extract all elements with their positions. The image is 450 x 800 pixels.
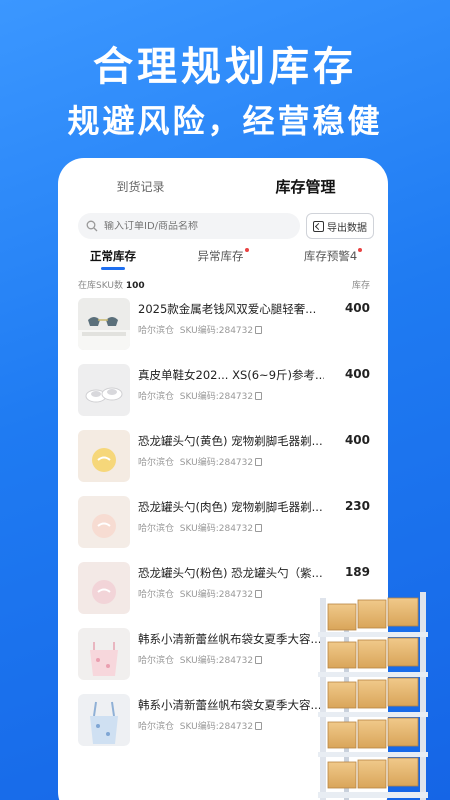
tab-normal-stock[interactable]: 正常库存 (58, 248, 168, 270)
search-icon (86, 220, 98, 232)
product-thumbnail (78, 364, 130, 416)
product-meta: 哈尔滨仓 SKU编码:284732 (138, 521, 370, 534)
product-name: 恐龙罐头勺(肉色) 宠物剃脚毛器剃... (138, 500, 323, 514)
export-label: 导出数据 (327, 222, 367, 234)
stock-qty: 230 (344, 499, 370, 513)
list-item[interactable]: 2025款金属老钱风双爱心腿轻奢... 哈尔滨仓 SKU编码:284732 40… (78, 298, 370, 364)
export-icon (313, 220, 324, 232)
product-name: 真皮单鞋女202... XS(6~9斤)参考... (138, 368, 324, 382)
copy-icon[interactable] (255, 590, 263, 598)
product-thumbnail (78, 298, 130, 350)
product-thumbnail (78, 496, 130, 548)
copy-icon[interactable] (255, 524, 263, 532)
product-thumbnail (78, 694, 130, 746)
copy-icon[interactable] (255, 326, 263, 334)
product-thumbnail (78, 628, 130, 680)
tab-stock-warning[interactable]: 库存预警4 (278, 248, 388, 264)
product-name: 恐龙罐头勺(黄色) 宠物剃脚毛器剃... (138, 434, 323, 448)
export-data-button[interactable]: 导出数据 (306, 213, 374, 239)
sku-count: 在库SKU数 100 (78, 281, 145, 291)
stock-header: 库存 (351, 281, 370, 291)
stock-qty: 400 (344, 433, 370, 447)
product-name: 韩系小清新蕾丝帆布袋女夏季大容... (138, 632, 322, 646)
product-meta: 哈尔滨仓 SKU编码:284732 (138, 455, 370, 468)
stock-qty: 400 (344, 367, 370, 381)
stock-qty: 189 (344, 565, 370, 579)
warehouse-shelf-illustration (318, 592, 428, 800)
product-meta: 哈尔滨仓 SKU编码:284732 (138, 389, 370, 402)
search-input[interactable] (104, 220, 274, 232)
hero-title: 合理规划库存 (93, 44, 357, 90)
product-thumbnail (78, 562, 130, 614)
tab-arrival-records[interactable]: 到货记录 (58, 174, 223, 195)
tab-inventory-management[interactable]: 库存管理 (223, 172, 388, 197)
product-thumbnail (78, 430, 130, 482)
product-name: 恐龙罐头勺(粉色) 恐龙罐头勺（紫... (138, 566, 323, 580)
list-item[interactable]: 恐龙罐头勺(肉色) 宠物剃脚毛器剃... 哈尔滨仓 SKU编码:284732 2… (78, 496, 370, 562)
list-item[interactable]: 真皮单鞋女202... XS(6~9斤)参考... 哈尔滨仓 SKU编码:284… (78, 364, 370, 430)
top-tab-bar: 到货记录 库存管理 (58, 158, 388, 210)
stock-qty: 400 (344, 301, 370, 315)
tab-abnormal-stock[interactable]: 异常库存 (168, 248, 278, 264)
product-meta: 哈尔滨仓 SKU编码:284732 (138, 323, 370, 336)
list-item[interactable]: 恐龙罐头勺(黄色) 宠物剃脚毛器剃... 哈尔滨仓 SKU编码:284732 4… (78, 430, 370, 496)
sub-tab-bar: 正常库存 异常库存 库存预警4 (58, 248, 388, 274)
copy-icon[interactable] (255, 722, 263, 730)
copy-icon[interactable] (255, 656, 263, 664)
alert-dot (358, 248, 363, 252)
hero-subtitle: 规避风险，经营稳健 (67, 102, 383, 140)
summary-row: 在库SKU数 100 库存 (78, 278, 370, 291)
search-box[interactable] (78, 213, 300, 239)
copy-icon[interactable] (255, 392, 263, 400)
alert-dot (244, 248, 249, 252)
product-name: 韩系小清新蕾丝帆布袋女夏季大容... (138, 698, 322, 712)
copy-icon[interactable] (255, 458, 263, 466)
search-row: 导出数据 (78, 212, 374, 240)
product-name: 2025款金属老钱风双爱心腿轻奢... (138, 302, 317, 316)
